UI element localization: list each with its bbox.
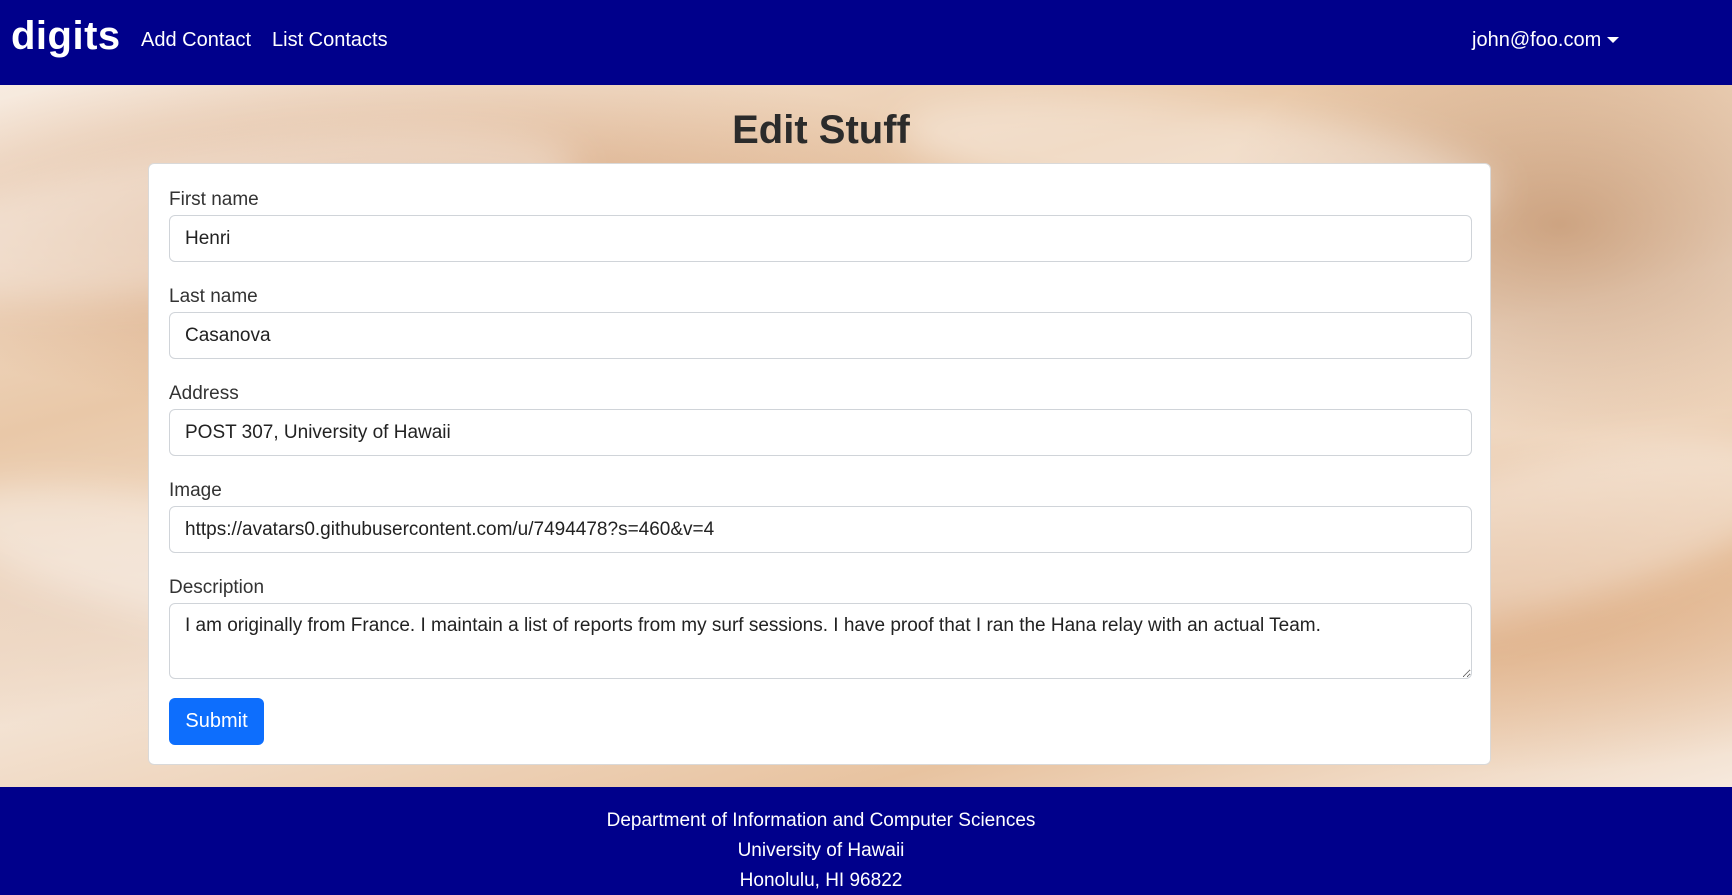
footer: Department of Information and Computer S… (0, 787, 1732, 895)
brand-logo[interactable]: digits (11, 14, 121, 58)
page-title: Edit Stuff (732, 108, 910, 152)
nav-list-contacts[interactable]: List Contacts (272, 28, 388, 52)
nav-add-contact[interactable]: Add Contact (141, 28, 251, 52)
address-input[interactable] (169, 409, 1472, 456)
user-email: john@foo.com (1472, 29, 1602, 51)
last-name-input[interactable] (169, 312, 1472, 359)
last-name-label: Last name (169, 286, 258, 307)
description-textarea[interactable]: I am originally from France. I maintain … (169, 603, 1472, 679)
footer-department: Department of Information and Computer S… (606, 810, 1036, 831)
footer-university: University of Hawaii (737, 840, 905, 861)
top-navbar: digits Add Contact List Contacts john@fo… (0, 0, 1732, 85)
submit-button[interactable]: Submit (169, 698, 264, 745)
address-label: Address (169, 383, 239, 404)
edit-contact-form: First name Last name Address Image Descr… (148, 163, 1491, 765)
first-name-label: First name (169, 189, 259, 210)
page: digits Add Contact List Contacts john@fo… (0, 0, 1732, 895)
user-dropdown[interactable]: john@foo.com (1472, 28, 1620, 52)
first-name-input[interactable] (169, 215, 1472, 262)
image-url-input[interactable] (169, 506, 1472, 553)
description-label: Description (169, 577, 265, 598)
caret-down-icon (1607, 37, 1620, 43)
image-label: Image (169, 480, 222, 501)
footer-address: Honolulu, HI 96822 (739, 870, 903, 891)
